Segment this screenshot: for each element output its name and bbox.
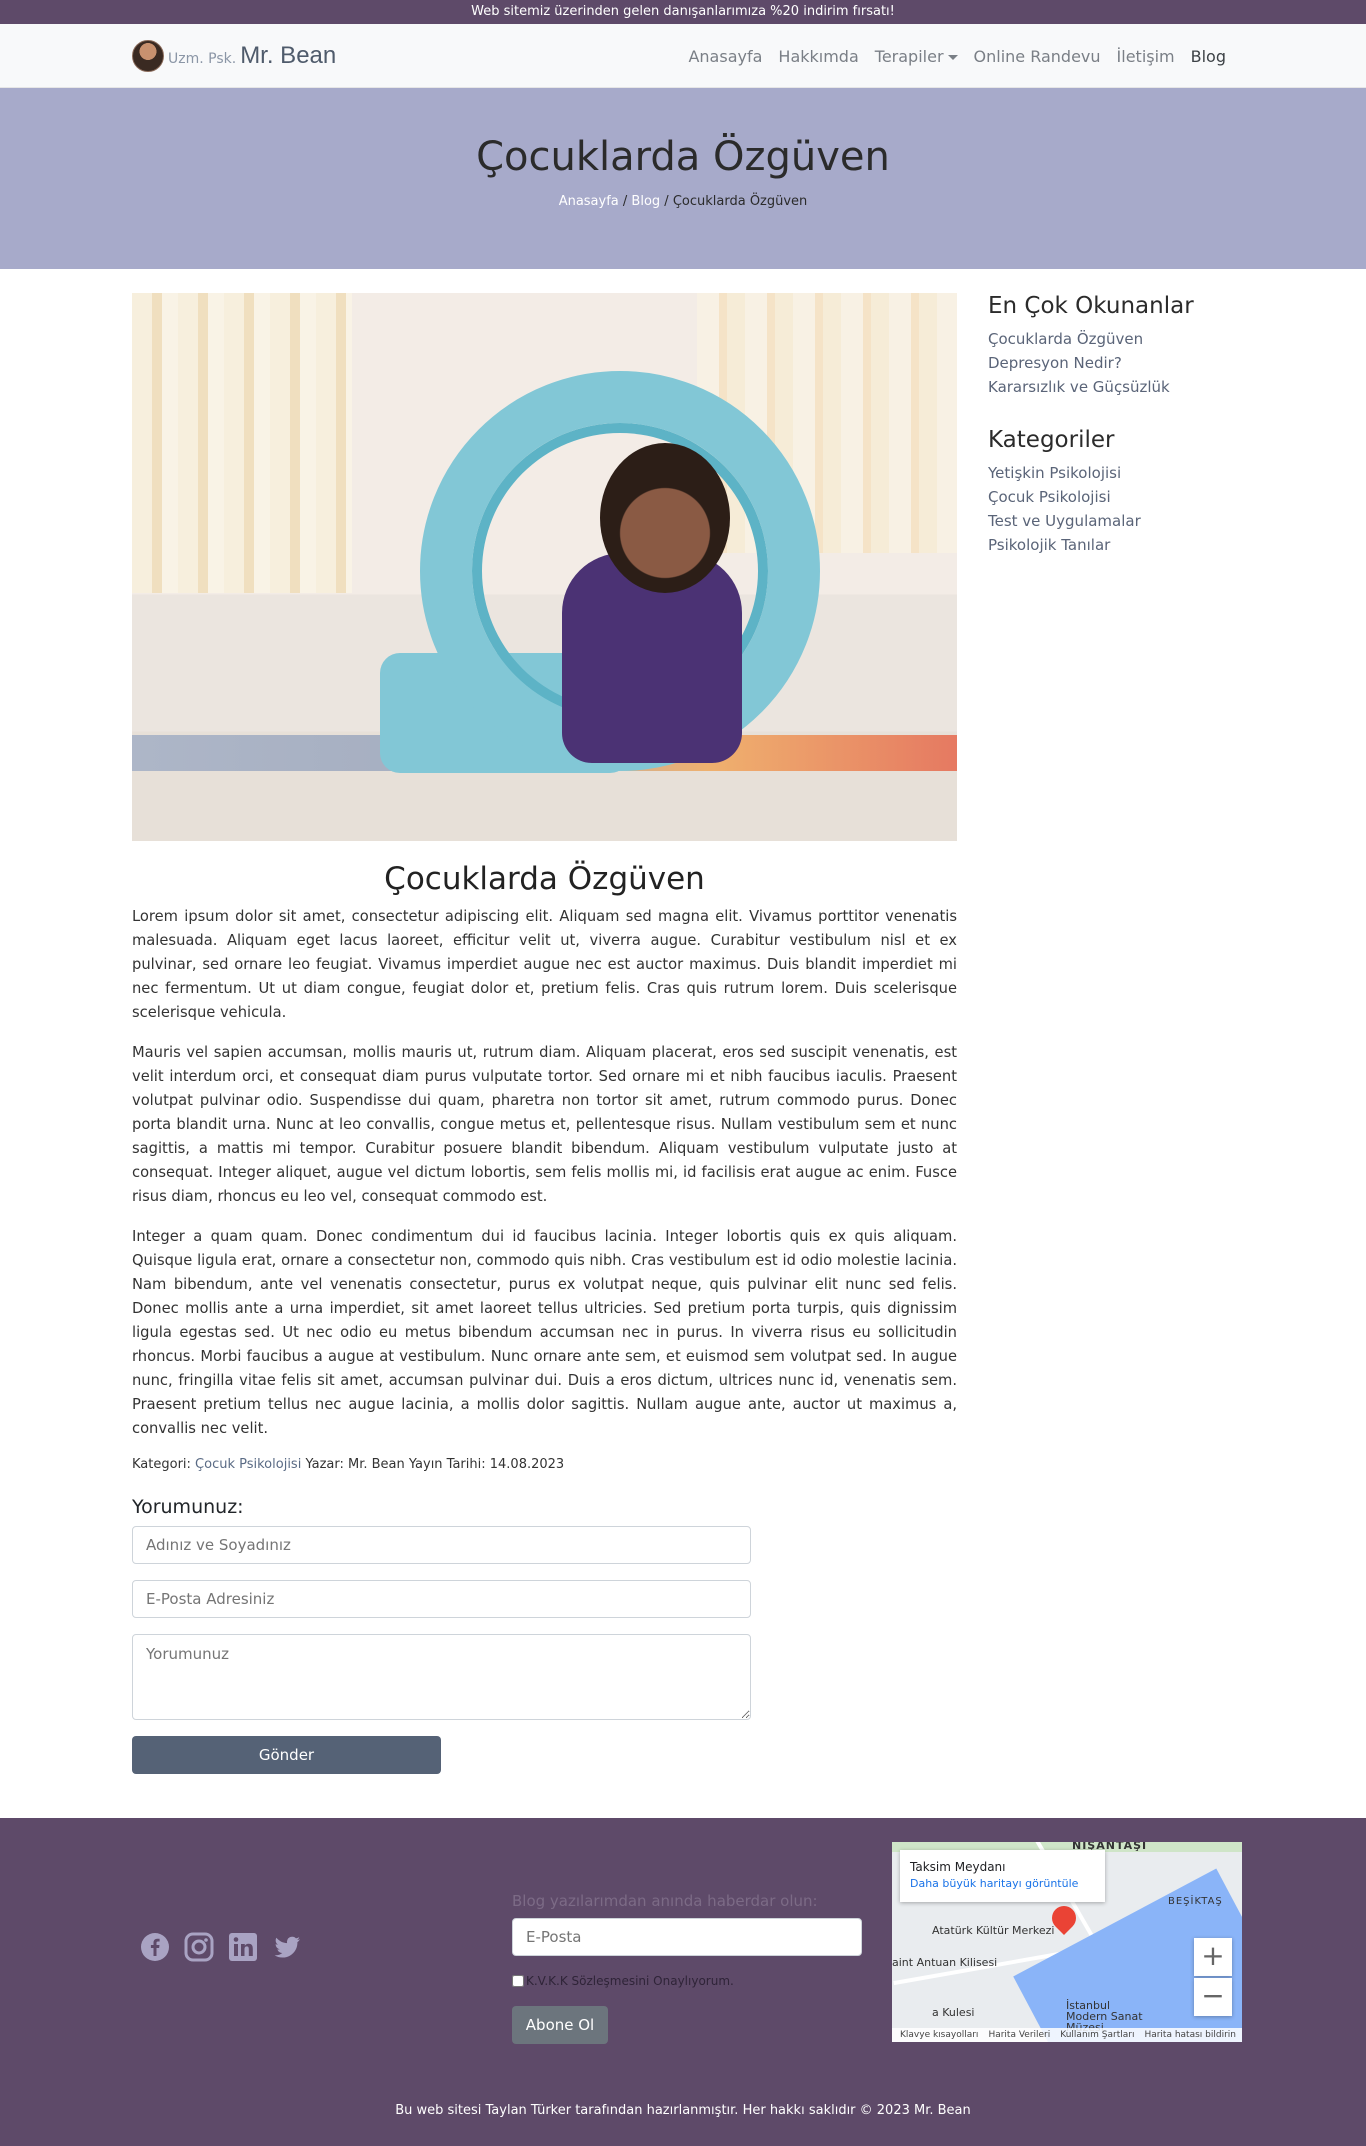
promo-topbar: Web sitemiz üzerinden gelen danışanlarım… bbox=[0, 0, 1366, 24]
zoom-out-button[interactable]: − bbox=[1194, 1978, 1232, 2016]
nav-item-hakkimda[interactable]: Hakkımda bbox=[770, 47, 866, 66]
linkedin-icon[interactable] bbox=[228, 1932, 258, 1962]
kvkk-label: K.V.K.K Sözleşmesini Onaylıyorum. bbox=[526, 1974, 734, 1988]
nav-item-terapiler-dropdown[interactable]: Terapiler bbox=[867, 47, 966, 66]
kvkk-checkbox[interactable] bbox=[512, 1975, 524, 1987]
curtain-left bbox=[132, 293, 352, 593]
map-larger-link[interactable]: Daha büyük haritayı görüntüle bbox=[910, 1877, 1095, 1890]
social-links bbox=[140, 1932, 302, 1962]
instagram-icon[interactable] bbox=[184, 1932, 214, 1962]
breadcrumb-current: Çocuklarda Özgüven bbox=[672, 194, 808, 209]
author-date: Yazar: Mr. Bean Yayın Tarihi: 14.08.2023 bbox=[301, 1457, 565, 1472]
brand-name: Mr. Bean bbox=[240, 42, 337, 69]
map-label: a Kulesi bbox=[932, 2006, 975, 2019]
post-meta: Kategori: Çocuk Psikolojisi Yazar: Mr. B… bbox=[132, 1457, 957, 1472]
send-comment-button[interactable]: Gönder bbox=[132, 1736, 441, 1774]
popular-heading: En Çok Okunanlar bbox=[988, 293, 1194, 319]
category-label: Kategori: bbox=[132, 1457, 196, 1472]
kvkk-consent: K.V.K.K Sözleşmesini Onaylıyorum. bbox=[512, 1974, 862, 1988]
map-place-name: Taksim Meydanı bbox=[910, 1860, 1006, 1874]
facebook-icon[interactable] bbox=[140, 1932, 170, 1962]
breadcrumb: Anasayfa / Blog / Çocuklarda Özgüven bbox=[0, 194, 1366, 209]
popular-list: Çocuklarda Özgüven Depresyon Nedir? Kara… bbox=[988, 327, 1234, 399]
avatar bbox=[132, 40, 164, 72]
map-footer: Klavye kısayolları Harita Verileri Kulla… bbox=[892, 2028, 1242, 2042]
promo-text: Web sitemiz üzerinden gelen danışanlarım… bbox=[471, 4, 895, 19]
post-image bbox=[132, 293, 957, 841]
subscribe-form: Blog yazılarımdan anında haberdar olun: … bbox=[512, 1892, 862, 2044]
nav-item-anasayfa[interactable]: Anasayfa bbox=[680, 47, 770, 66]
subscribe-email-input[interactable] bbox=[512, 1918, 862, 1956]
nav-item-terapiler-label: Terapiler bbox=[874, 46, 944, 66]
nav-links: Anasayfa Hakkımda Terapiler Online Rande… bbox=[680, 47, 1234, 66]
sidebar: En Çok Okunanlar Çocuklarda Özgüven Depr… bbox=[988, 293, 1234, 1774]
site-footer: Blog yazılarımdan anında haberdar olun: … bbox=[0, 1818, 1366, 2146]
child-head bbox=[600, 443, 730, 593]
twitter-icon[interactable] bbox=[272, 1932, 302, 1962]
brand-prefix: Uzm. Psk. bbox=[168, 51, 237, 67]
name-input[interactable] bbox=[132, 1526, 751, 1564]
copyright: Bu web sitesi Taylan Türker tarafından h… bbox=[395, 2103, 971, 2118]
category-item[interactable]: Çocuk Psikolojisi bbox=[988, 485, 1234, 509]
popular-link[interactable]: Çocuklarda Özgüven bbox=[988, 327, 1234, 351]
category-item[interactable]: Yetişkin Psikolojisi bbox=[988, 461, 1234, 485]
post-paragraph: Lorem ipsum dolor sit amet, consectetur … bbox=[132, 908, 957, 1021]
breadcrumb-separator: / bbox=[660, 194, 673, 209]
map-footer-link[interactable]: Kullanım Şartları bbox=[1060, 2030, 1134, 2040]
brand-logo-link[interactable]: Uzm. Psk. Mr. Bean bbox=[132, 40, 336, 72]
category-link[interactable]: Çocuk Psikolojisi bbox=[195, 1457, 301, 1472]
post-title: Çocuklarda Özgüven bbox=[384, 861, 705, 897]
comment-heading: Yorumunuz: bbox=[132, 1496, 244, 1518]
breadcrumb-separator: / bbox=[618, 194, 632, 209]
main-navbar: Uzm. Psk. Mr. Bean Anasayfa Hakkımda Ter… bbox=[0, 24, 1366, 88]
category-item[interactable]: Psikolojik Tanılar bbox=[988, 533, 1234, 557]
comment-form: Yorumunuz: Gönder bbox=[132, 1496, 751, 1774]
page-header: Çocuklarda Özgüven Anasayfa / Blog / Çoc… bbox=[0, 88, 1366, 269]
map-info-card: Taksim Meydanı Daha büyük haritayı görün… bbox=[900, 1850, 1105, 1902]
zoom-in-button[interactable]: + bbox=[1194, 1938, 1232, 1976]
popular-link[interactable]: Kararsızlık ve Güçsüzlük bbox=[988, 375, 1234, 399]
map-footer-link[interactable]: Harita hatası bildirin bbox=[1144, 2030, 1236, 2040]
categories-list: Yetişkin Psikolojisi Çocuk Psikolojisi T… bbox=[988, 461, 1234, 557]
breadcrumb-home[interactable]: Anasayfa bbox=[559, 194, 619, 209]
map-footer-link[interactable]: Harita Verileri bbox=[988, 2030, 1050, 2040]
content-area: Çocuklarda Özgüven Lorem ipsum dolor sit… bbox=[132, 293, 1234, 1774]
post-body: Lorem ipsum dolor sit amet, consectetur … bbox=[132, 905, 957, 1441]
breadcrumb-blog[interactable]: Blog bbox=[631, 194, 660, 209]
post-paragraph: Integer a quam quam. Donec condimentum d… bbox=[132, 1228, 957, 1437]
map-label: Atatürk Kültür Merkezi bbox=[932, 1924, 1055, 1937]
comment-textarea[interactable] bbox=[132, 1634, 751, 1720]
embedded-map[interactable]: NIŞANTAŞI BEŞİKTAŞ Atatürk Kültür Merkez… bbox=[892, 1842, 1242, 2042]
nav-item-online-randevu[interactable]: Online Randevu bbox=[966, 47, 1109, 66]
nav-item-iletisim[interactable]: İletişim bbox=[1109, 47, 1183, 66]
categories-heading: Kategoriler bbox=[988, 427, 1115, 453]
subscribe-button[interactable]: Abone Ol bbox=[512, 2006, 608, 2044]
popular-link[interactable]: Depresyon Nedir? bbox=[988, 351, 1234, 375]
email-input[interactable] bbox=[132, 1580, 751, 1618]
chevron-down-icon bbox=[947, 54, 958, 60]
map-label: aint Antuan Kilisesi bbox=[892, 1956, 998, 1969]
map-label: BEŞİKTAŞ bbox=[1168, 1896, 1223, 1907]
category-item[interactable]: Test ve Uygulamalar bbox=[988, 509, 1234, 533]
post-paragraph: Mauris vel sapien accumsan, mollis mauri… bbox=[132, 1044, 957, 1205]
subscribe-label: Blog yazılarımdan anında haberdar olun: bbox=[512, 1892, 818, 1910]
nav-item-blog[interactable]: Blog bbox=[1183, 47, 1234, 66]
blog-post: Çocuklarda Özgüven Lorem ipsum dolor sit… bbox=[132, 293, 957, 1774]
map-footer-link[interactable]: Klavye kısayolları bbox=[900, 2030, 978, 2040]
page-title: Çocuklarda Özgüven bbox=[476, 134, 890, 180]
